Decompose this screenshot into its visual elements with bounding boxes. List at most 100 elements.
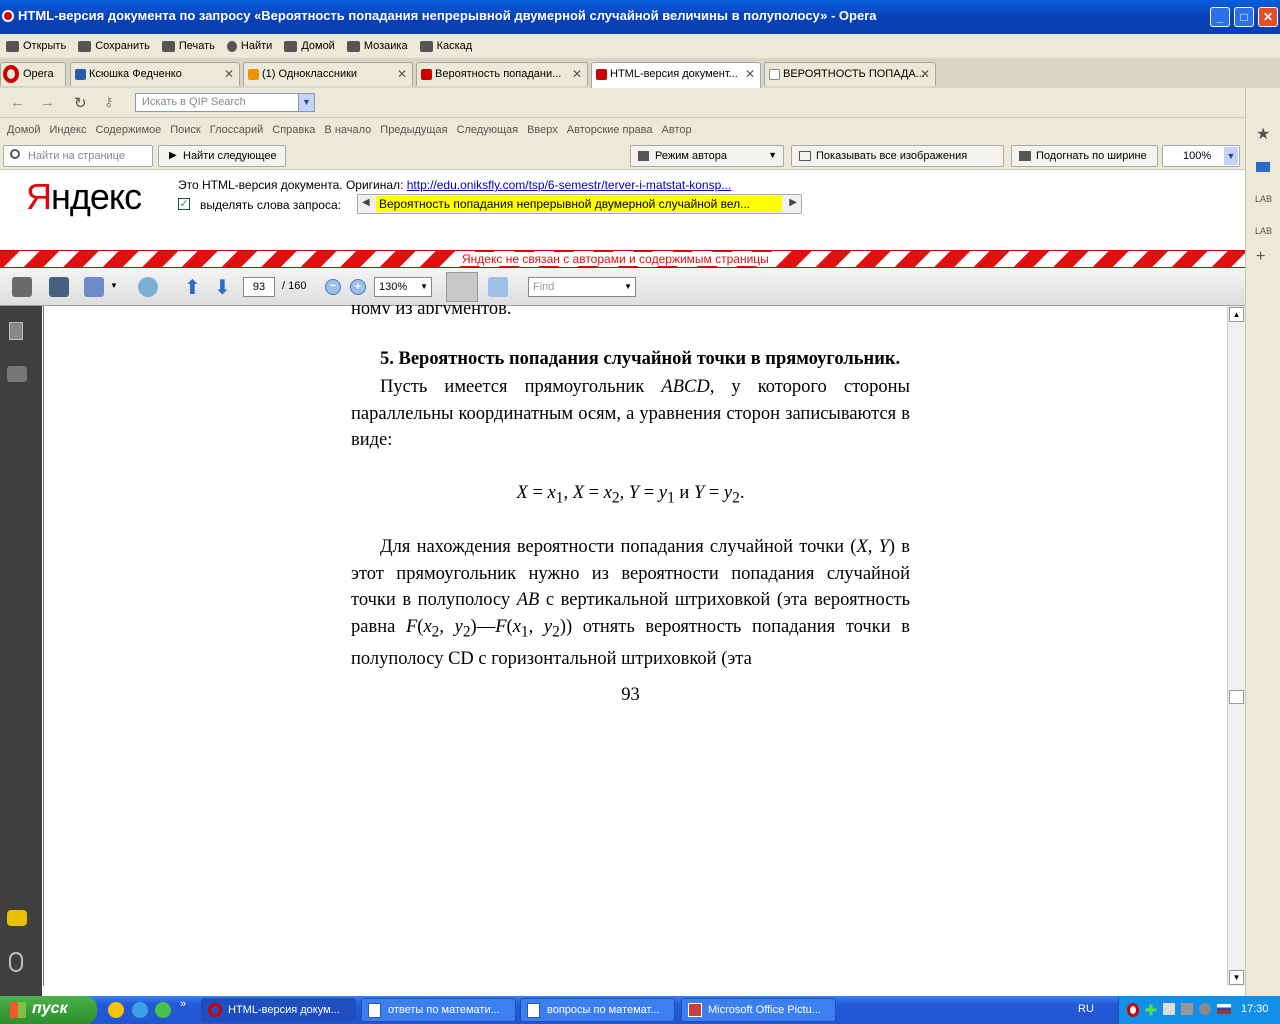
- taskbar-item-word-1[interactable]: ответы по математи...: [361, 998, 516, 1022]
- yandex-logo[interactable]: Яндекс: [26, 176, 142, 218]
- comments-icon[interactable]: [7, 910, 27, 926]
- link-author[interactable]: Автор: [662, 124, 692, 136]
- section-heading: 5. Вероятность попадания случайной точки…: [380, 349, 901, 369]
- close-icon[interactable]: ✕: [224, 67, 234, 81]
- next-match-icon[interactable]: ▶: [789, 197, 797, 208]
- page-total: / 160: [282, 280, 307, 292]
- find-next-button[interactable]: ▶ Найти следующее: [158, 145, 286, 167]
- network-tray-icon[interactable]: [1163, 1003, 1175, 1015]
- binoculars-icon[interactable]: [7, 366, 27, 382]
- close-icon[interactable]: ✕: [572, 67, 582, 81]
- language-indicator[interactable]: RU: [1078, 1003, 1094, 1015]
- collaboration-icon[interactable]: [138, 277, 158, 297]
- link-copyright[interactable]: Авторские права: [567, 124, 653, 136]
- show-images-button[interactable]: Показывать все изображения: [791, 145, 1004, 167]
- reload-icon[interactable]: ↻: [74, 94, 87, 112]
- close-icon[interactable]: ✕: [397, 67, 407, 81]
- start-button[interactable]: пуск: [0, 996, 97, 1024]
- volume-tray-icon[interactable]: [1181, 1003, 1193, 1015]
- search-input[interactable]: Искать в QIP Search: [135, 93, 315, 112]
- russian-flag-icon[interactable]: [1217, 1004, 1231, 1014]
- scroll-up-icon[interactable]: ▲: [1229, 307, 1244, 322]
- update-tray-icon[interactable]: [1199, 1003, 1211, 1015]
- open-button[interactable]: Открыть: [6, 40, 66, 52]
- cascade-button[interactable]: Каскад: [419, 40, 472, 52]
- find-button[interactable]: Найти: [226, 40, 272, 52]
- tile-button[interactable]: Мозаика: [346, 40, 408, 52]
- original-url-link[interactable]: http://edu.oniksfly.com/tsp/6-semestr/te…: [407, 178, 732, 192]
- pages-icon[interactable]: [9, 322, 23, 340]
- pdf-find-input[interactable]: Find ▼: [528, 277, 636, 297]
- taskbar-item-opera[interactable]: HTML-версия докум...: [201, 998, 356, 1022]
- link-index[interactable]: Индекс: [50, 124, 87, 136]
- opera-tray-icon[interactable]: [1127, 1003, 1139, 1017]
- link-start[interactable]: В начало: [324, 124, 371, 136]
- fit-page-icon[interactable]: [488, 277, 508, 297]
- tab-probability[interactable]: Вероятность попадани... ✕: [416, 62, 588, 86]
- printer-icon[interactable]: [12, 277, 32, 297]
- document-properties-icon[interactable]: [84, 277, 104, 297]
- next-page-icon[interactable]: ⬇: [214, 275, 231, 300]
- quicklaunch-icon[interactable]: [108, 1002, 124, 1018]
- forward-icon[interactable]: →: [40, 94, 55, 111]
- close-button[interactable]: ✕: [1258, 7, 1278, 27]
- query-highlight-bar: ◀ Вероятность попадания непрерывной двум…: [357, 194, 802, 214]
- key-icon[interactable]: ⚷: [104, 94, 114, 110]
- link-search[interactable]: Поиск: [170, 124, 200, 136]
- link-next[interactable]: Следующая: [457, 124, 519, 136]
- clock[interactable]: 17:30: [1241, 1003, 1269, 1015]
- tab-odnoklassniki[interactable]: (1) Одноклассники ✕: [243, 62, 413, 86]
- zoom-out-icon[interactable]: −: [325, 279, 341, 295]
- plus-tray-icon[interactable]: ✚: [1145, 1002, 1157, 1019]
- add-panel-icon[interactable]: +: [1256, 248, 1265, 266]
- taskbar-item-picture-manager[interactable]: Microsoft Office Pictu...: [681, 998, 836, 1022]
- navigation-bar: ← → ↻ ⚷ Искать в QIP Search ▼: [0, 88, 1280, 118]
- prev-match-icon[interactable]: ◀: [362, 197, 370, 208]
- fit-width-button[interactable]: Подогнать по ширине: [1011, 145, 1158, 167]
- search-icon: [226, 40, 237, 52]
- query-text[interactable]: Вероятность попадания непрерывной двумер…: [376, 196, 782, 212]
- bookmarks-star-icon[interactable]: ★: [1256, 124, 1270, 144]
- back-icon[interactable]: ←: [10, 94, 25, 111]
- vertical-scrollbar[interactable]: ▲ ▼: [1227, 306, 1245, 986]
- zoom-in-icon[interactable]: +: [350, 279, 366, 295]
- tab-kseniya[interactable]: Ксюшка Федченко ✕: [70, 62, 240, 86]
- ie-icon[interactable]: [132, 1002, 148, 1018]
- highlight-checkbox[interactable]: ✓: [178, 198, 190, 210]
- previous-page-icon[interactable]: ⬆: [184, 275, 201, 300]
- opera-menu-button[interactable]: Opera: [0, 62, 66, 86]
- close-icon[interactable]: ✕: [920, 67, 930, 81]
- system-tray: ✚ 17:30: [1118, 996, 1280, 1024]
- page-number-input[interactable]: 93: [243, 277, 275, 297]
- scroll-down-icon[interactable]: ▼: [1229, 970, 1244, 985]
- icq-icon[interactable]: [155, 1002, 171, 1018]
- link-contents[interactable]: Содержимое: [95, 124, 161, 136]
- home-button[interactable]: Домой: [284, 40, 335, 52]
- tab-document[interactable]: ВЕРОЯТНОСТЬ ПОПАДА... ✕: [764, 62, 936, 86]
- minimize-button[interactable]: _: [1210, 7, 1230, 27]
- taskbar-item-word-2[interactable]: вопросы по математ...: [520, 998, 675, 1022]
- attachment-icon[interactable]: [9, 952, 23, 972]
- save-icon[interactable]: [49, 277, 69, 297]
- print-button[interactable]: Печать: [161, 40, 215, 52]
- feeds-icon[interactable]: LAB: [1255, 194, 1272, 204]
- link-previous[interactable]: Предыдущая: [380, 124, 447, 136]
- zoom-select[interactable]: 100% ▼: [1162, 145, 1240, 167]
- link-home[interactable]: Домой: [7, 124, 41, 136]
- notes-icon[interactable]: LAB: [1255, 226, 1272, 236]
- search-dropdown-button[interactable]: ▼: [298, 93, 315, 112]
- link-up[interactable]: Вверх: [527, 124, 558, 136]
- chevron-down-icon[interactable]: ▼: [110, 281, 118, 290]
- pdf-zoom-select[interactable]: 130% ▼: [374, 277, 432, 297]
- maximize-button[interactable]: □: [1234, 7, 1254, 27]
- close-icon[interactable]: ✕: [745, 67, 755, 81]
- link-glossary[interactable]: Глоссарий: [210, 124, 264, 136]
- more-icon[interactable]: »: [180, 998, 186, 1010]
- find-in-page-input[interactable]: Найти на странице: [3, 145, 153, 167]
- save-button[interactable]: Сохранить: [78, 40, 150, 52]
- tab-html-version[interactable]: HTML-версия документ... ✕: [591, 62, 761, 88]
- scroll-thumb[interactable]: [1229, 690, 1244, 704]
- author-mode-select[interactable]: Режим автора ▼: [630, 145, 784, 167]
- mail-icon[interactable]: [1256, 162, 1270, 172]
- link-help[interactable]: Справка: [272, 124, 315, 136]
